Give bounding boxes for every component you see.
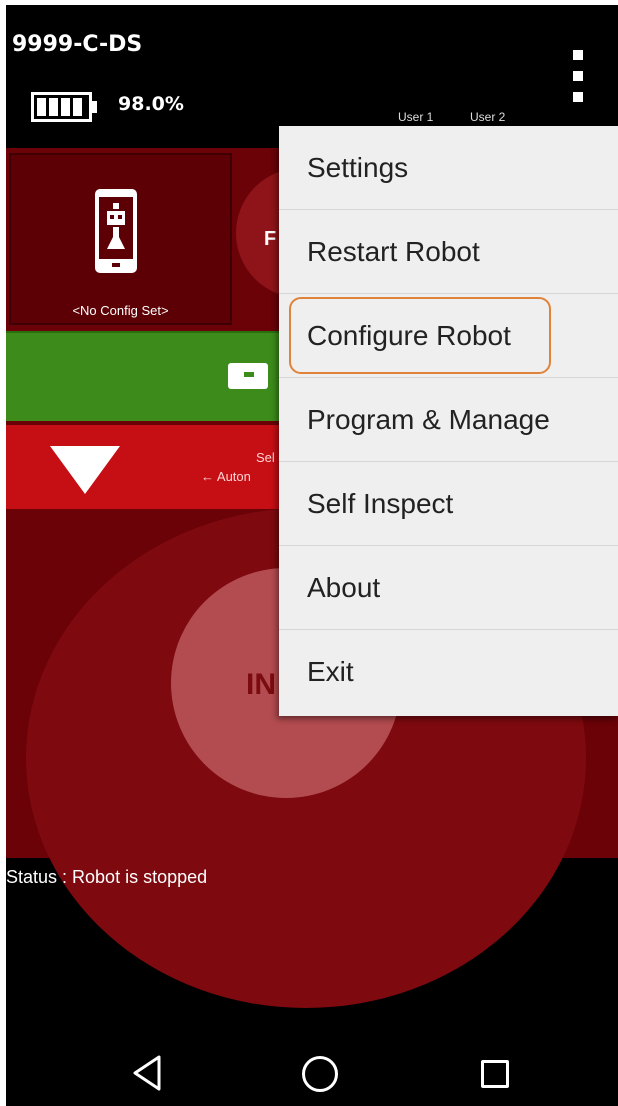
menu-item-self-inspect[interactable]: Self Inspect [279,462,618,546]
teleop-icon-dash: - [244,372,254,377]
status-text: Status : Robot is stopped [6,867,208,887]
overflow-menu-icon[interactable] [566,50,594,110]
battery-icon [31,92,97,122]
menu-item-label: Settings [307,152,409,183]
battery-percent: 98.0% [118,93,184,115]
select-text: Sel [256,450,275,465]
menu-item-program-manage[interactable]: Program & Manage [279,378,618,462]
menu-item-restart-robot[interactable]: Restart Robot [279,210,618,294]
menu-item-label: Program & Manage [307,404,550,435]
menu-item-label: Exit [307,656,354,687]
init-button-label: IN [246,668,276,701]
menu-item-label: Self Inspect [307,488,454,519]
app-title: 9999-C-DS [12,32,143,57]
config-label: <No Config Set> [72,303,169,318]
user2-label: User 2 [470,110,506,124]
recents-nav-icon[interactable] [481,1060,509,1088]
config-box[interactable]: <No Config Set> [9,153,232,325]
overflow-menu: Settings Restart Robot Configure Robot P… [279,126,618,716]
menu-item-exit[interactable]: Exit [279,630,618,714]
robot-phone-icon [95,189,137,273]
menu-item-label: Restart Robot [307,236,480,267]
phone-screen: 9999-C-DS 98.0% User 1 User 2 <No Config… [6,5,618,1106]
home-nav-icon[interactable] [302,1056,338,1092]
menu-item-settings[interactable]: Settings [279,126,618,210]
dropdown-triangle-icon[interactable] [50,446,120,494]
user1-label: User 1 [398,110,434,124]
autonomous-text: ← Auton [201,469,251,484]
round-button-text: F [264,228,277,250]
menu-item-label: About [307,572,381,603]
configure-robot-highlight [289,297,551,374]
menu-item-about[interactable]: About [279,546,618,630]
back-nav-icon[interactable] [131,1053,163,1093]
